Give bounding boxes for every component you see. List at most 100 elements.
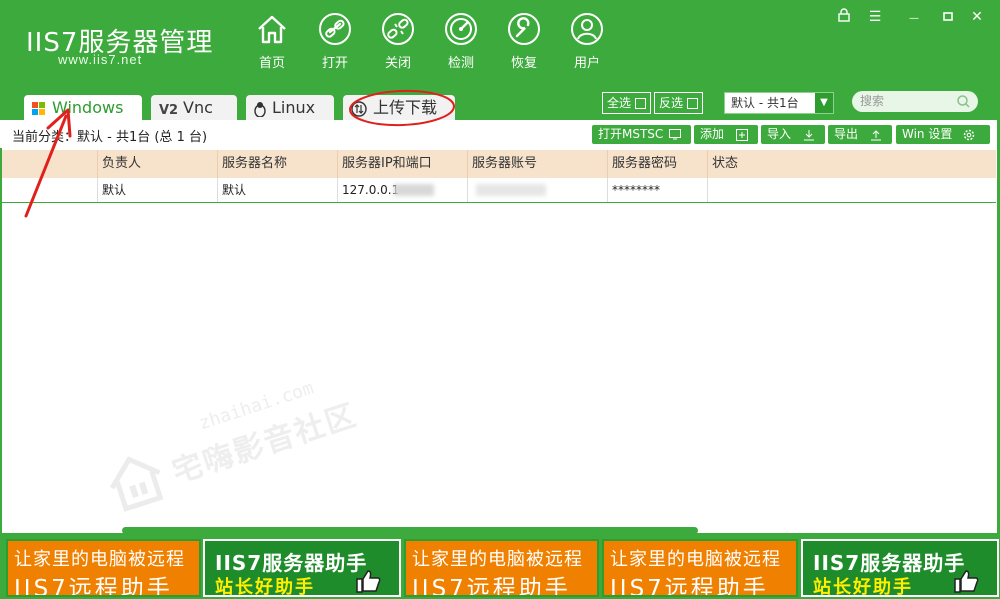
current-category: 当前分类：默认 - 共1台 (总 1 台) xyxy=(12,130,208,145)
open-mstsc-button[interactable]: 打开MSTSC xyxy=(592,125,691,144)
ad-banner-remote-1[interactable]: 让家里的电脑被远程 IIS7远程助手 xyxy=(6,539,201,597)
add-button[interactable]: 添加 xyxy=(694,125,758,144)
close-icon: ✕ xyxy=(971,9,983,25)
toolbar-user-label: 用户 xyxy=(573,56,600,71)
column-header-select[interactable] xyxy=(2,150,98,178)
tab-upload-download-label: 上传下载 xyxy=(373,98,438,117)
select-all-label: 全选 xyxy=(607,96,632,110)
tab-windows[interactable]: Windows xyxy=(24,95,142,120)
cell-ip-value: 127.0.0.1 xyxy=(342,183,400,197)
group-select-value: 默认 - 共1台 xyxy=(731,96,799,110)
toolbar-close-button[interactable]: 关闭 xyxy=(368,12,428,71)
ad-banner-remote-3[interactable]: 让家里的电脑被远程 IIS7远程助手 xyxy=(602,539,798,597)
ad-line1: IIS7服务器助手 xyxy=(813,551,966,575)
menu-icon: ☰ xyxy=(868,9,882,25)
app-url: www.iis7.net xyxy=(58,52,143,67)
import-button[interactable]: 导入 xyxy=(761,125,825,144)
home-icon xyxy=(258,15,286,44)
upload-download-icon xyxy=(351,100,367,117)
invert-selection-button[interactable]: 反选 xyxy=(654,92,703,114)
ad-banner-server-2[interactable]: IIS7服务器助手 站长好助手 xyxy=(801,539,999,597)
close-window-button[interactable]: ✕ xyxy=(966,8,988,26)
menu-button[interactable]: ☰ xyxy=(864,8,886,26)
table-header: 负责人 服务器名称 服务器IP和端口 服务器账号 服务器密码 状态 xyxy=(2,150,996,178)
download-icon xyxy=(803,129,814,140)
open-mstsc-label: 打开MSTSC xyxy=(598,127,664,141)
column-header-status[interactable]: 状态 xyxy=(708,150,996,178)
ad-line2: IIS7远程助手 xyxy=(412,576,571,597)
tab-linux[interactable]: Linux xyxy=(246,95,334,120)
ad-line2: 站长好助手 xyxy=(813,577,913,597)
search-placeholder: 搜索 xyxy=(860,94,885,108)
select-all-button[interactable]: 全选 xyxy=(602,92,651,114)
watermark-house-icon xyxy=(109,456,164,512)
minimize-button[interactable]: — xyxy=(903,8,925,26)
toolbar-user-button[interactable]: 用户 xyxy=(557,12,617,71)
cell-password: ******** xyxy=(608,178,708,202)
maximize-button[interactable] xyxy=(937,8,959,26)
invert-selection-label: 反选 xyxy=(659,96,684,110)
screen-icon xyxy=(669,129,682,140)
tab-linux-label: Linux xyxy=(272,98,316,117)
tab-upload-download[interactable]: 上传下载 xyxy=(343,95,455,120)
toolbar-open-label: 打开 xyxy=(321,56,348,71)
gauge-icon xyxy=(445,13,477,45)
thumbs-up-icon xyxy=(356,570,381,593)
import-label: 导入 xyxy=(767,127,792,141)
tab-vnc[interactable]: V2 Vnc xyxy=(151,95,237,120)
table-row[interactable]: 默认 默认 127.0.0.1 ******** xyxy=(2,178,996,203)
ad-line1: 让家里的电脑被远程 xyxy=(610,549,781,570)
user-icon xyxy=(571,13,603,45)
cell-select[interactable] xyxy=(2,178,98,202)
ad-banner-server-1[interactable]: IIS7服务器助手 站长好助手 xyxy=(203,539,401,597)
minimize-icon: — xyxy=(909,13,919,24)
unlink-icon xyxy=(382,13,414,45)
column-header-owner[interactable]: 负责人 xyxy=(98,150,218,178)
lock-icon xyxy=(838,8,850,22)
lock-button[interactable] xyxy=(833,8,855,26)
link-icon xyxy=(319,13,351,45)
top-header: IIS7服务器管理 www.iis7.net 首页 打开 关闭 检测 恢复 用户… xyxy=(0,0,1000,88)
toolbar-home-button[interactable]: 首页 xyxy=(242,12,302,71)
toolbar-restore-button[interactable]: 恢复 xyxy=(494,12,554,71)
cell-status xyxy=(708,178,996,202)
column-header-ip-port[interactable]: 服务器IP和端口 xyxy=(338,150,468,178)
linux-penguin-icon xyxy=(254,101,266,117)
svg-text:V2: V2 xyxy=(159,103,177,116)
add-label: 添加 xyxy=(700,127,725,141)
search-input[interactable]: 搜索 xyxy=(852,91,978,112)
ad-banner-remote-2[interactable]: 让家里的电脑被远程 IIS7远程助手 xyxy=(404,539,599,597)
ad-line2: IIS7远程助手 xyxy=(14,576,173,597)
toolbar-detect-label: 检测 xyxy=(447,56,474,71)
win-settings-button[interactable]: Win 设置 xyxy=(896,125,990,144)
windows-logo-icon xyxy=(32,101,45,115)
column-header-password[interactable]: 服务器密码 xyxy=(608,150,708,178)
redacted-account-blur xyxy=(476,184,546,196)
watermark: zhaihai.com 宅嗨影音社区 xyxy=(92,359,378,534)
export-label: 导出 xyxy=(834,127,859,141)
wrench-icon xyxy=(508,13,540,45)
ad-line2: IIS7远程助手 xyxy=(610,576,769,597)
tab-windows-label: Windows xyxy=(52,98,124,117)
app-window: IIS7服务器管理 www.iis7.net 首页 打开 关闭 检测 恢复 用户… xyxy=(0,0,1000,599)
ad-line1: 让家里的电脑被远程 xyxy=(14,549,185,570)
upload-icon xyxy=(870,129,881,140)
maximize-icon xyxy=(943,12,953,21)
left-border xyxy=(0,148,2,533)
redacted-ip-blur xyxy=(394,184,434,196)
column-header-server-name[interactable]: 服务器名称 xyxy=(218,150,338,178)
toolbar-restore-label: 恢复 xyxy=(510,56,537,71)
column-header-account[interactable]: 服务器账号 xyxy=(468,150,608,178)
ad-line2: 站长好助手 xyxy=(215,577,315,597)
export-button[interactable]: 导出 xyxy=(828,125,892,144)
cell-owner: 默认 xyxy=(98,178,218,202)
group-select[interactable]: 默认 - 共1台 ▼ xyxy=(724,92,834,114)
thumbs-up-icon xyxy=(954,570,979,593)
toolbar-detect-button[interactable]: 检测 xyxy=(431,12,491,71)
toolbar-open-button[interactable]: 打开 xyxy=(305,12,365,71)
search-icon xyxy=(957,95,970,108)
plus-icon xyxy=(735,128,748,141)
ad-line1: 让家里的电脑被远程 xyxy=(412,549,583,570)
chevron-down-icon: ▼ xyxy=(815,93,833,113)
cell-server-name: 默认 xyxy=(218,178,338,202)
